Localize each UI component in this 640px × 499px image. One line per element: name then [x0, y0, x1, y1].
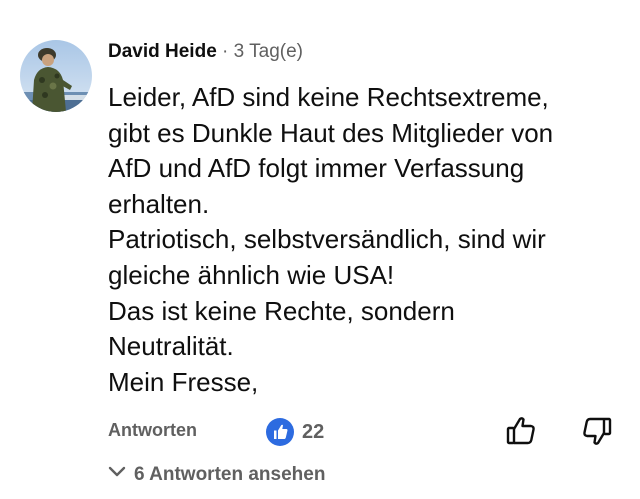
reply-button[interactable]: Antworten — [108, 418, 197, 442]
comment-timestamp[interactable]: 3 Tag(e) — [234, 41, 303, 62]
chevron-down-icon — [108, 460, 126, 486]
comment-line: Mein Fresse, — [108, 366, 259, 397]
avatar[interactable] — [20, 40, 92, 112]
comment-line: AfD und AfD folgt immer Verfassung — [108, 153, 525, 184]
like-count: 22 — [302, 421, 325, 443]
thumb-up-icon — [506, 417, 535, 445]
thumb-down-button[interactable] — [580, 414, 614, 448]
comment-line: gibt es Dunkle Haut des Mitglieder von — [108, 117, 554, 148]
comment-text: Leider, AfD sind keine Rechtsextreme, gi… — [108, 80, 628, 400]
author-name[interactable]: David Heide — [108, 41, 217, 62]
comment-line: Das ist keine Rechte, sondern — [108, 295, 455, 326]
comment-line: gleiche ähnlich wie USA! — [108, 259, 395, 290]
comment-line: Neutralität. — [108, 331, 234, 362]
creator-heart-thumbs-up-icon — [266, 418, 294, 446]
thumb-up-button[interactable] — [504, 414, 538, 448]
view-replies-label: 6 Antworten ansehen — [134, 464, 326, 485]
header-separator: · — [222, 41, 229, 62]
comment-line: Leider, AfD sind keine Rechtsextreme, — [108, 82, 549, 112]
comment-header: David Heide · 3 Tag(e) — [108, 38, 303, 66]
view-replies-button[interactable]: 6 Antworten ansehen — [108, 462, 325, 488]
thumb-down-icon — [583, 417, 612, 445]
comment-line: Patriotisch, selbstversändlich, sind wir — [108, 224, 546, 255]
comment-line: erhalten. — [108, 188, 210, 219]
avatar-image — [20, 40, 92, 112]
